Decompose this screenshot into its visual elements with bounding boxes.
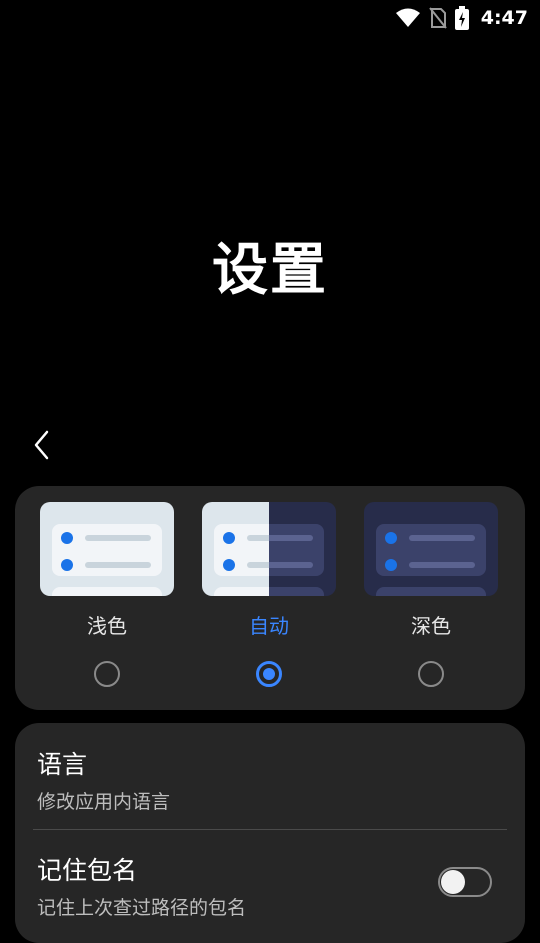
status-bar: 4:47	[0, 0, 540, 36]
theme-option-auto[interactable]: 自动	[202, 502, 336, 702]
battery-charging-icon	[454, 6, 469, 30]
wifi-icon	[395, 8, 421, 28]
dark-theme-preview	[364, 502, 498, 596]
setting-language-title: 语言	[37, 750, 88, 779]
auto-theme-preview	[202, 502, 336, 596]
theme-label-light: 浅色	[87, 614, 127, 638]
theme-option-light[interactable]: 浅色	[40, 502, 174, 702]
radio-dark[interactable]	[418, 661, 444, 687]
settings-list-card: 语言 修改应用内语言 记住包名 记住上次查过路径的包名	[15, 723, 525, 943]
radio-light[interactable]	[94, 661, 120, 687]
no-sim-icon	[428, 7, 447, 29]
status-time: 4:47	[480, 7, 528, 29]
theme-option-dark[interactable]: 深色	[364, 502, 498, 702]
theme-label-dark: 深色	[411, 614, 451, 638]
light-theme-preview	[40, 502, 174, 596]
radio-auto[interactable]	[256, 661, 282, 687]
toggle-knob	[441, 870, 465, 894]
theme-selector-card: 浅色 自动 深色	[15, 486, 525, 710]
back-button[interactable]	[24, 425, 60, 465]
remember-package-toggle[interactable]	[438, 867, 492, 897]
setting-remember-package-subtitle: 记住上次查过路径的包名	[37, 897, 247, 919]
setting-remember-package-title: 记住包名	[37, 856, 138, 885]
theme-label-auto: 自动	[249, 614, 289, 638]
setting-remember-package[interactable]: 记住包名 记住上次查过路径的包名	[37, 851, 415, 920]
chevron-left-icon	[34, 430, 49, 460]
setting-language-subtitle: 修改应用内语言	[37, 791, 171, 813]
page-title: 设置	[212, 238, 328, 303]
setting-language[interactable]: 语言 修改应用内语言	[37, 745, 503, 814]
divider	[33, 829, 507, 830]
